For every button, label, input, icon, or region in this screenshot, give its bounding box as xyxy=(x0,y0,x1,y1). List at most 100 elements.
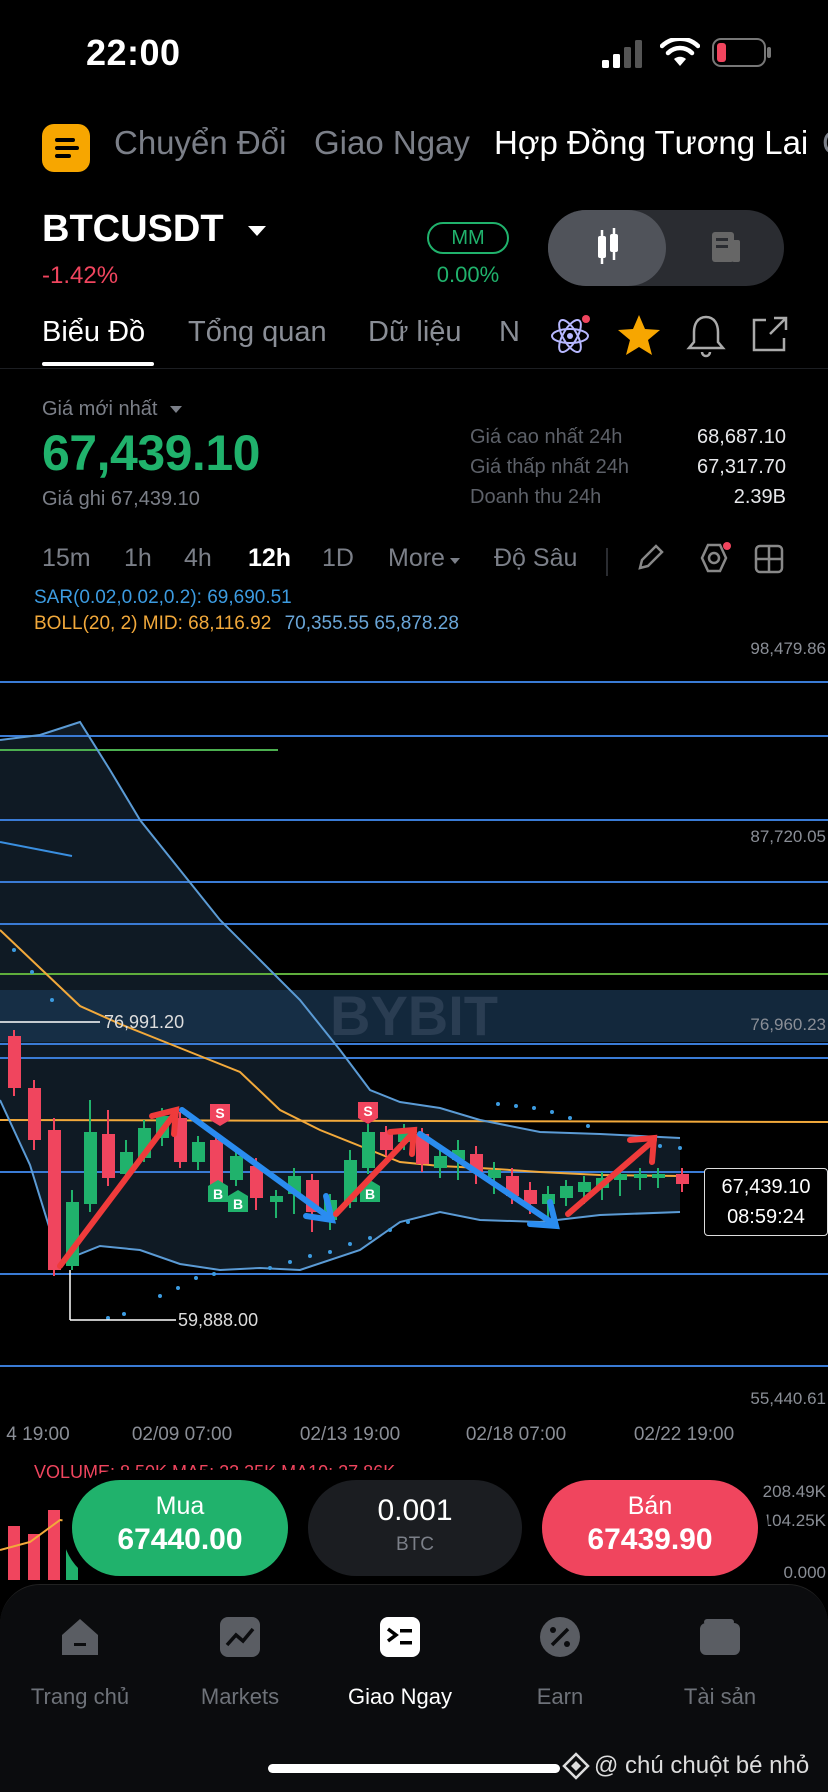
share-icon[interactable] xyxy=(748,314,790,356)
tf-1h[interactable]: 1h xyxy=(124,544,152,573)
trade-book-icon[interactable] xyxy=(666,210,784,286)
tf-4h[interactable]: 4h xyxy=(184,544,212,573)
tf-15m[interactable]: 15m xyxy=(42,544,91,573)
buy-label: Mua xyxy=(155,1492,205,1520)
divider xyxy=(0,368,828,369)
price-axis-label: 87,720.05 xyxy=(750,827,826,846)
nav-assets-label: Tài sản xyxy=(683,1684,757,1709)
current-price-tag-value: 67,439.10 xyxy=(721,1176,811,1198)
buy-button[interactable]: Mua 67440.00 xyxy=(72,1480,288,1576)
nav-home-label: Trang chủ xyxy=(30,1684,130,1709)
divider xyxy=(606,548,608,576)
high-24h: 68,687.10 xyxy=(697,426,786,448)
price-axis-label: 55,440.61 xyxy=(750,1389,826,1408)
caret-down-icon xyxy=(449,558,460,564)
tab-n[interactable]: N xyxy=(499,316,520,349)
home-icon xyxy=(62,1619,98,1655)
current-price-tag: 67,439.10 08:59:24 xyxy=(704,1168,828,1236)
tab-overview[interactable]: Tổng quan xyxy=(188,316,327,349)
nav-spot-label: Giao Ngay xyxy=(348,1684,452,1709)
date-axis-label: 02/09 07:00 xyxy=(132,1424,232,1445)
nav-earn-label: Earn xyxy=(536,1684,584,1709)
symbol-selector[interactable]: BTCUSDT xyxy=(42,208,268,251)
caret-down-icon xyxy=(169,406,182,413)
tab-data[interactable]: Dữ liệu xyxy=(368,316,462,349)
buy-marker-label: B xyxy=(365,1186,375,1202)
caret-down-icon xyxy=(248,225,267,236)
pencil-icon[interactable] xyxy=(634,542,666,574)
price-change: -1.42% xyxy=(42,262,119,289)
symbol-name: BTCUSDT xyxy=(42,208,224,250)
active-tab-indicator xyxy=(42,362,154,366)
tab-spot[interactable]: Giao Ngay xyxy=(314,124,470,162)
quantity-input[interactable]: 0.001 BTC xyxy=(308,1480,522,1576)
tab-chart[interactable]: Biểu Đồ xyxy=(42,316,145,349)
volume-axis-label: 104.25K xyxy=(763,1511,827,1530)
sell-label: Bán xyxy=(627,1492,673,1520)
diamond-icon xyxy=(562,1752,590,1780)
buy-marker-label: B xyxy=(213,1186,223,1202)
grid-layout-icon[interactable] xyxy=(754,544,784,574)
volume-axis-label: 208.49K xyxy=(763,1482,827,1501)
home-indicator xyxy=(268,1764,560,1773)
sell-price: 67439.90 xyxy=(587,1523,713,1556)
low-24h: 67,317.70 xyxy=(697,456,786,478)
last-price: 67,439.10 xyxy=(42,425,260,481)
date-axis-label: 02/13 19:00 xyxy=(300,1424,400,1445)
turnover-24h: 2.39B xyxy=(733,486,786,508)
sell-button[interactable]: Bán 67439.90 xyxy=(542,1480,758,1576)
tf-more[interactable]: More xyxy=(388,544,461,573)
buy-marker-label: B xyxy=(233,1196,243,1212)
favorite-star-icon[interactable] xyxy=(616,312,662,358)
mm-badge[interactable]: MM xyxy=(427,222,509,254)
indicator-settings-icon[interactable] xyxy=(692,542,732,578)
atom-icon[interactable] xyxy=(548,314,592,358)
stats-24h: Giá cao nhất 24h 68,687.10 Giá thấp nhất … xyxy=(470,426,786,516)
quantity-unit: BTC xyxy=(396,1534,434,1555)
last-price-label-text: Giá mới nhất xyxy=(42,398,158,420)
tab-futures[interactable]: Hợp Đồng Tương Lai xyxy=(494,124,808,162)
view-toggle[interactable] xyxy=(548,210,784,286)
tf-more-label: More xyxy=(388,544,445,572)
sell-marker-label: S xyxy=(363,1103,372,1119)
candle-countdown: 08:59:24 xyxy=(727,1206,805,1228)
tf-12h[interactable]: 12h xyxy=(248,544,291,573)
trade-bar: Mua 67440.00 0.001 BTC Bán 67439.90 xyxy=(62,1470,768,1586)
wallet-icon xyxy=(700,1619,740,1655)
toggle-chart-active[interactable] xyxy=(548,210,666,286)
sar-legend: SAR(0.02,0.02,0.2): 69,690.51 xyxy=(34,587,292,608)
sell-marker-label: S xyxy=(215,1105,224,1121)
date-axis-label: 02/18 07:00 xyxy=(466,1424,566,1445)
earn-icon xyxy=(540,1617,580,1657)
tab-more[interactable]: C xyxy=(822,124,828,162)
nav-earn[interactable]: Earn xyxy=(490,1615,630,1710)
low-24h-label: Giá thấp nhất 24h xyxy=(470,456,630,478)
annotation-high: 76,991.20 xyxy=(104,1012,184,1032)
tf-depth[interactable]: Độ Sâu xyxy=(494,544,577,573)
tf-1d[interactable]: 1D xyxy=(322,544,354,573)
date-axis-label: 02/22 19:00 xyxy=(634,1424,734,1445)
date-axis-label: 4 19:00 xyxy=(6,1424,69,1445)
creator-watermark: @ chú chuột bé nhỏ xyxy=(594,1752,810,1779)
spot-trade-icon xyxy=(380,1617,420,1657)
price-axis-label: 76,960.23 xyxy=(750,1015,826,1034)
buy-price: 67440.00 xyxy=(117,1523,243,1556)
bell-icon[interactable] xyxy=(684,312,728,358)
price-axis-label: 98,479.86 xyxy=(750,639,826,658)
nav-assets[interactable]: Tài sản xyxy=(650,1615,790,1710)
mark-price: Giá ghi 67,439.10 xyxy=(42,488,200,510)
mm-value: 0.00% xyxy=(436,262,500,287)
status-time: 22:00 xyxy=(86,32,181,73)
price-chart[interactable]: BYBIT S S B B B 76,991.20 59,888.00 98,4… xyxy=(0,630,828,1450)
nav-markets[interactable]: Markets xyxy=(170,1615,310,1710)
nav-spot[interactable]: Giao Ngay xyxy=(330,1615,470,1710)
volume-axis-label: 0.000 xyxy=(783,1563,826,1580)
candlestick-icon xyxy=(598,228,618,264)
top-tab-bar: Chuyển Đổi Giao Ngay Hợp Đồng Tương Lai … xyxy=(0,118,828,178)
last-price-label[interactable]: Giá mới nhất xyxy=(42,398,183,421)
tab-convert[interactable]: Chuyển Đổi xyxy=(114,124,286,162)
annotation-low: 59,888.00 xyxy=(178,1310,258,1330)
wifi-icon xyxy=(660,38,700,66)
nav-home[interactable]: Trang chủ xyxy=(10,1615,150,1710)
battery-icon xyxy=(712,38,771,67)
